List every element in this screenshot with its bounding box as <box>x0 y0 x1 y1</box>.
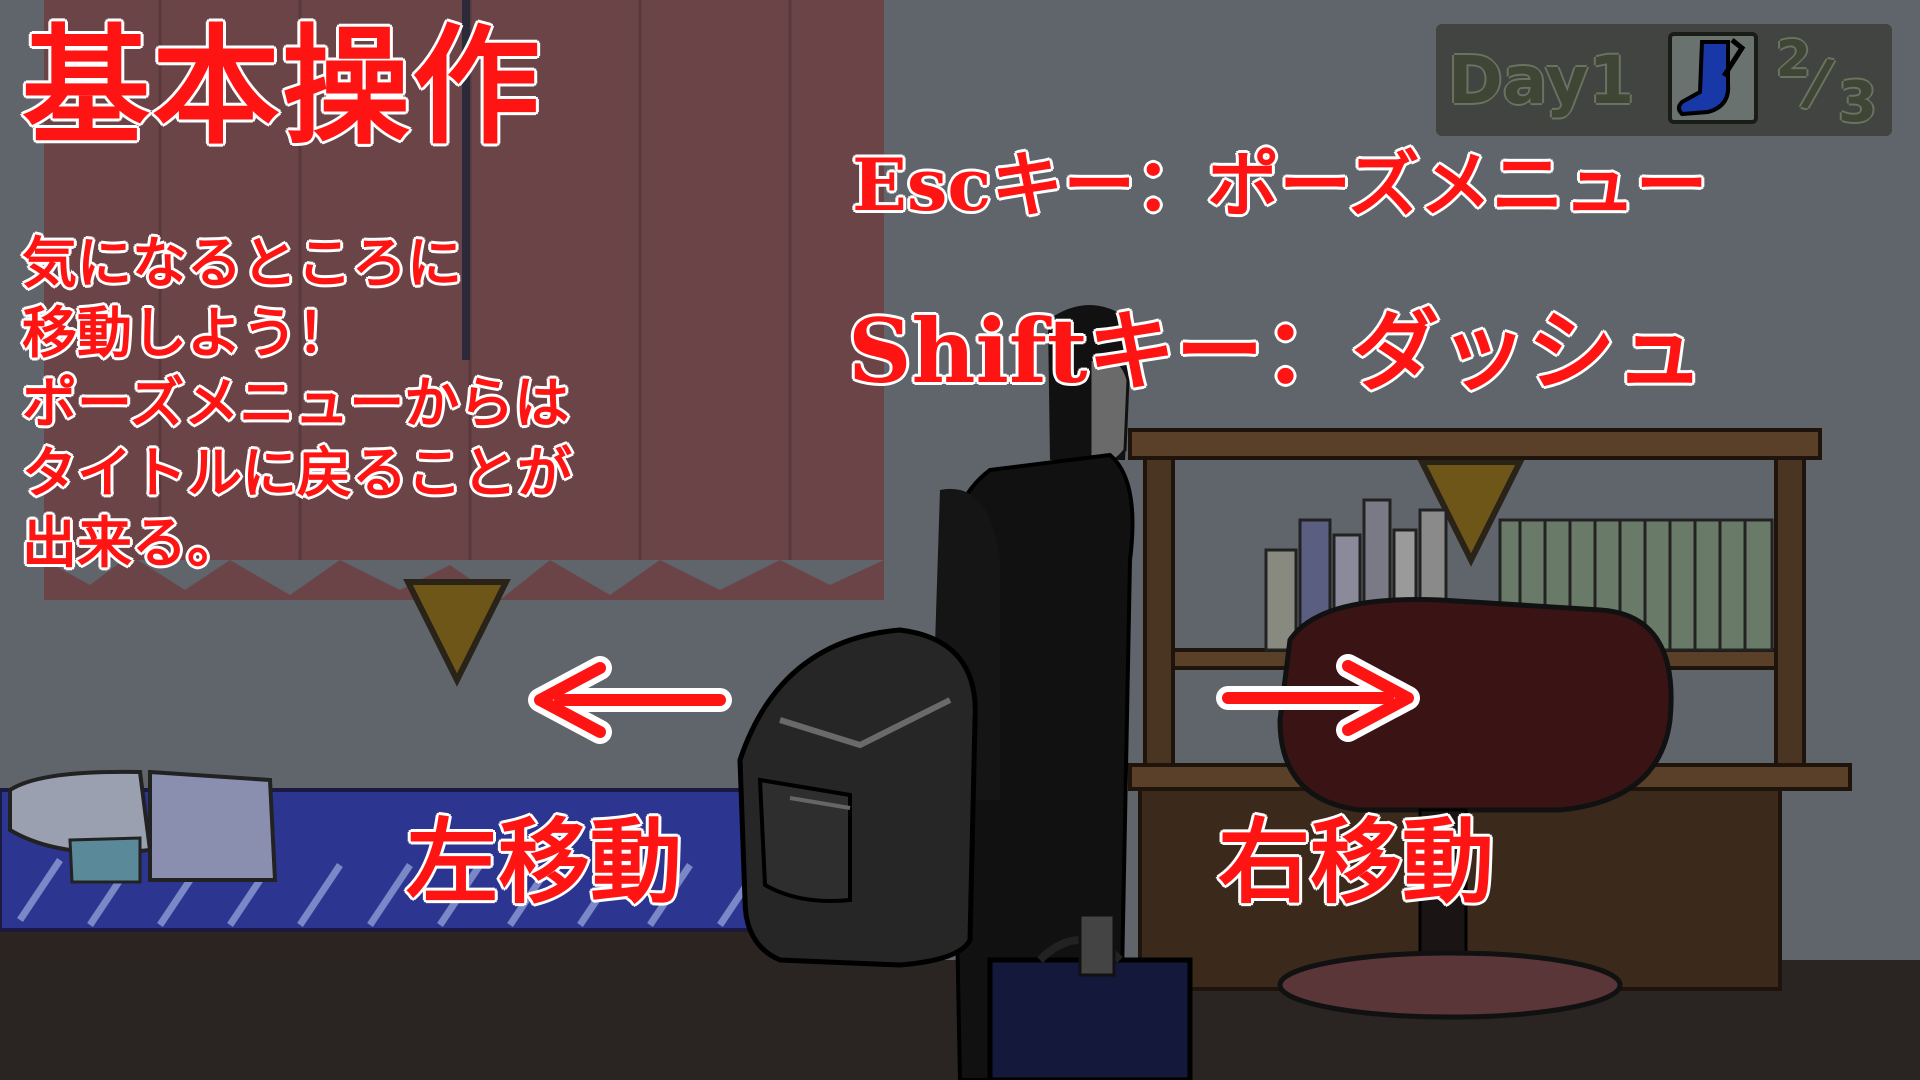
move-left-label: 左移動 <box>406 809 683 916</box>
help-line: タイトルに戻ることが <box>22 441 573 505</box>
game-screen: Day1 2 / 3 基本操作 気になるところに 移動しよう！ ポーズメニューか… <box>0 0 1920 1080</box>
esc-key-hint: Escキー：ポーズメニュー <box>852 142 1708 227</box>
day-label: Day1 <box>1448 42 1635 119</box>
total-count: 3 <box>1838 70 1877 135</box>
help-line: 出来る。 <box>22 511 243 575</box>
shift-key-hint: Shiftキー：ダッシュ <box>848 299 1704 403</box>
move-right-label: 右移動 <box>1218 809 1495 916</box>
tutorial-title: 基本操作 <box>22 13 543 162</box>
sock-icon <box>1668 32 1758 124</box>
help-line: 気になるところに <box>22 231 463 295</box>
day-status-hud: Day1 2 / 3 <box>1436 24 1892 136</box>
help-line: 移動しよう！ <box>22 301 353 365</box>
collected-counter: 2 / 3 <box>1766 30 1886 135</box>
help-line: ポーズメニューからは <box>22 371 570 435</box>
tutorial-help-text: 気になるところに 移動しよう！ ポーズメニューからは タイトルに戻ることが 出来… <box>22 228 572 578</box>
